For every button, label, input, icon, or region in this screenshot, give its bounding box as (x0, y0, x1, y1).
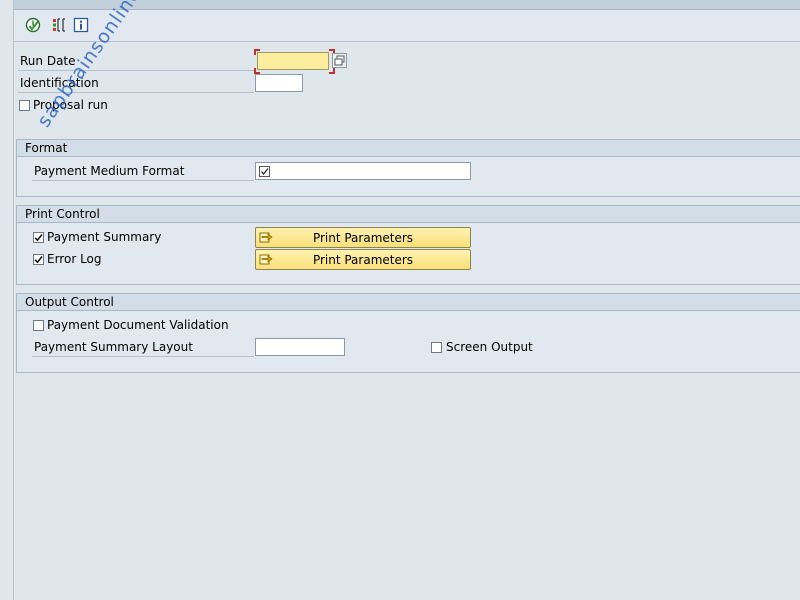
focus-corner (329, 68, 335, 74)
print-parameters-button[interactable]: Print Parameters (255, 249, 471, 270)
execute-icon[interactable] (24, 16, 42, 34)
screen-output-checkbox[interactable] (431, 342, 442, 353)
error-log-checkbox[interactable] (33, 254, 44, 265)
arrow-right-icon (259, 232, 273, 243)
screen-output-label: Screen Output (446, 340, 533, 354)
checkbox-icon (259, 166, 270, 177)
print-parameters-button-label: Print Parameters (312, 230, 414, 245)
payment-document-validation-checkbox[interactable] (33, 320, 44, 331)
payment-medium-format-input[interactable] (255, 162, 471, 180)
payment-summary-layout-input[interactable] (255, 338, 345, 356)
payment-summary-label: Payment Summary (47, 230, 162, 244)
payment-summary-layout-label: Payment Summary Layout (32, 337, 254, 357)
left-border (13, 0, 14, 600)
print-parameters-button[interactable]: Print Parameters (255, 227, 471, 248)
selection-options-icon[interactable] (50, 16, 68, 34)
print-parameters-button-label: Print Parameters (312, 252, 414, 267)
payment-medium-format-label: Payment Medium Format (32, 161, 254, 181)
focus-corner (254, 49, 260, 55)
identification-input[interactable] (255, 74, 303, 92)
format-section-header: Format (17, 140, 800, 157)
payment-summary-checkbox[interactable] (33, 232, 44, 243)
run-date-input[interactable] (257, 52, 329, 70)
arrow-right-icon (259, 254, 273, 265)
proposal-run-checkbox[interactable] (19, 100, 30, 111)
print-control-section-header: Print Control (17, 206, 800, 223)
error-log-label: Error Log (47, 252, 102, 266)
information-icon[interactable] (72, 16, 90, 34)
output-control-section-header: Output Control (17, 294, 800, 311)
payment-document-validation-label: Payment Document Validation (47, 318, 229, 332)
run-date-label: Run Date (18, 51, 254, 71)
multiple-selection-icon[interactable] (332, 53, 347, 68)
